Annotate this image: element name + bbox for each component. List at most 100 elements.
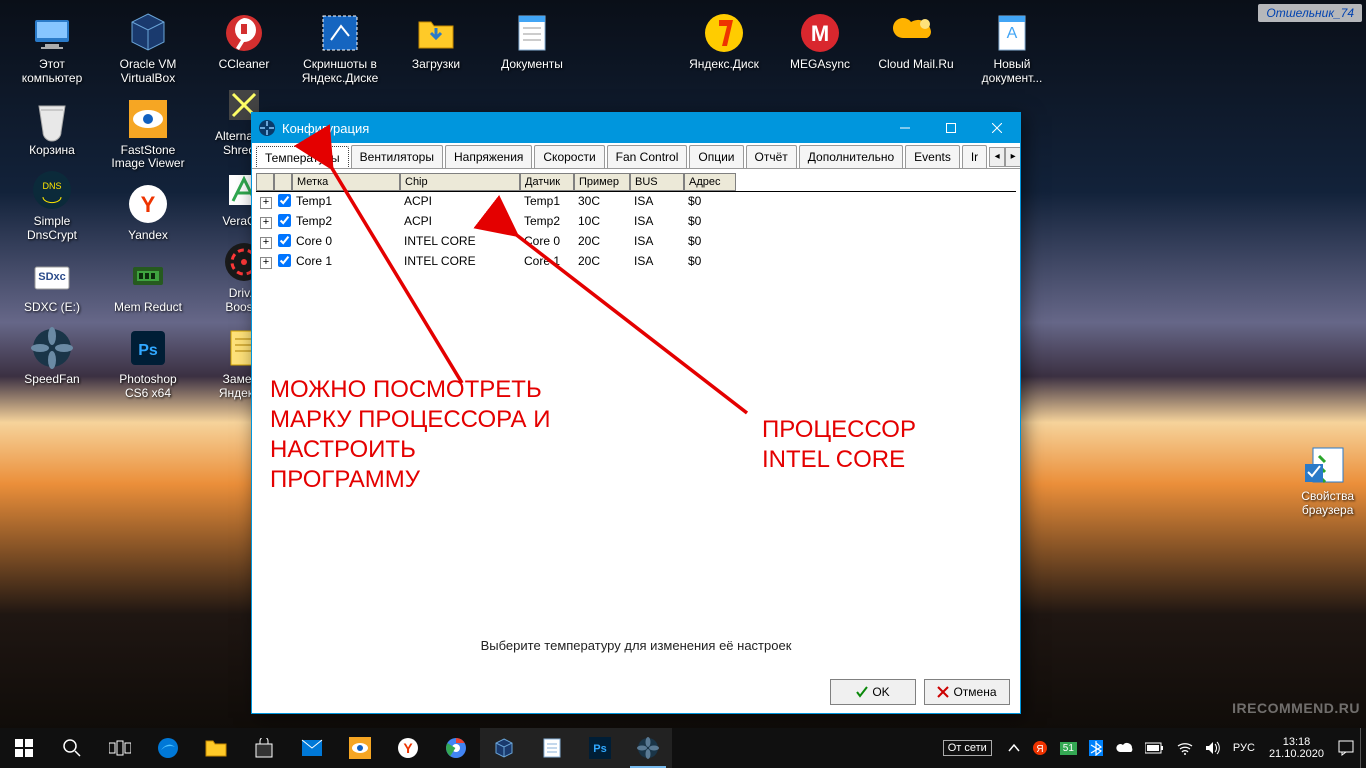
header-label[interactable]: Метка [292, 173, 400, 191]
table-row[interactable]: +Temp2ACPITemp210CISA$0 [256, 212, 1016, 232]
desktop-icon[interactable]: Свойства браузера [1299, 440, 1356, 520]
desktop-icon[interactable]: Загрузки [390, 8, 482, 74]
desktop-icon[interactable]: Oracle VM VirtualBox [102, 8, 194, 88]
taskbar: Y Ps От сети Я 51 РУС 13:18 21.10.2020 [0, 728, 1366, 768]
taskbar-speedfan[interactable] [624, 728, 672, 768]
cell-label: Temp2 [292, 212, 400, 232]
windows-icon [15, 739, 33, 757]
tab-температуры[interactable]: Температуры [256, 146, 349, 169]
ok-button[interactable]: OK [830, 679, 916, 705]
cell-label: Core 1 [292, 252, 400, 272]
tab-ir[interactable]: Ir [962, 145, 987, 168]
table-row[interactable]: +Core 1INTEL CORECore 120CISA$0 [256, 252, 1016, 272]
cell-label: Temp1 [292, 192, 400, 212]
tab-дополнительно[interactable]: Дополнительно [799, 145, 903, 168]
start-button[interactable] [0, 728, 48, 768]
tray-network[interactable] [1171, 728, 1199, 768]
tray-volume[interactable] [1199, 728, 1227, 768]
tray-bluetooth[interactable] [1083, 728, 1109, 768]
taskbar-chrome[interactable] [432, 728, 480, 768]
tab-events[interactable]: Events [905, 145, 960, 168]
header-sensor[interactable]: Датчик [520, 173, 574, 191]
maximize-button[interactable] [928, 113, 974, 143]
table-row[interactable]: +Temp1ACPITemp130CISA$0 [256, 192, 1016, 212]
row-checkbox[interactable] [278, 254, 291, 267]
table-row[interactable]: +Core 0INTEL CORECore 020CISA$0 [256, 232, 1016, 252]
desktop-icon[interactable]: AНовый документ... [966, 8, 1058, 88]
taskbar-mail[interactable] [288, 728, 336, 768]
header-addr[interactable]: Адрес [684, 173, 736, 191]
annotation-left: МОЖНО ПОСМОТРЕТЬ МАРКУ ПРОЦЕССОРА И НАСТ… [270, 375, 550, 495]
tray-power-label[interactable]: От сети [937, 728, 1002, 768]
desktop-icon[interactable]: CCleaner [198, 8, 290, 74]
tab-scroll-right[interactable]: ▸ [1005, 147, 1020, 167]
header-sample[interactable]: Пример [574, 173, 630, 191]
tray-battery[interactable] [1139, 728, 1171, 768]
expand-icon[interactable]: + [260, 197, 272, 209]
titlebar[interactable]: Конфигурация [252, 113, 1020, 143]
taskbar-photoshop[interactable]: Ps [576, 728, 624, 768]
cell-sample: 20C [574, 252, 630, 272]
tray-onedrive[interactable] [1109, 728, 1139, 768]
desktop-icon-label: Mem Reduct [114, 301, 182, 315]
desktop-icon[interactable]: Этот компьютер [6, 8, 98, 88]
tray-clock[interactable]: 13:18 21.10.2020 [1261, 728, 1332, 768]
desktop-icon[interactable]: Mem Reduct [102, 251, 194, 317]
taskbar-explorer[interactable] [192, 728, 240, 768]
tray-badge[interactable]: 51 [1054, 728, 1083, 768]
row-checkbox[interactable] [278, 194, 291, 207]
desktop-icon[interactable]: DNSSimple DnsCrypt [6, 165, 98, 245]
tab-fan control[interactable]: Fan Control [607, 145, 688, 168]
taskbar-faststone[interactable] [336, 728, 384, 768]
desktop-icon-label: SDXC (E:) [24, 301, 80, 315]
tab-scroll-left[interactable]: ◂ [989, 147, 1005, 167]
expand-icon[interactable]: + [260, 217, 272, 229]
expand-icon[interactable]: + [260, 237, 272, 249]
row-checkbox[interactable] [278, 214, 291, 227]
desktop-icon[interactable]: Корзина [6, 94, 98, 160]
tab-опции[interactable]: Опции [689, 145, 743, 168]
ok-label: OK [872, 685, 889, 699]
desktop-icon[interactable]: Яндекс.Диск [678, 8, 770, 74]
expand-icon[interactable]: + [260, 257, 272, 269]
desktop-icon[interactable]: SDxcSDXC (E:) [6, 251, 98, 317]
yandex-tray-icon: Я [1032, 740, 1048, 756]
tray-chevron[interactable] [1002, 728, 1026, 768]
desktop-icon[interactable]: FastStone Image Viewer [102, 94, 194, 174]
taskbar-virtualbox[interactable] [480, 728, 528, 768]
tab-вентиляторы[interactable]: Вентиляторы [351, 145, 443, 168]
minimize-button[interactable] [882, 113, 928, 143]
desktop-icon[interactable]: YYandex [102, 179, 194, 245]
show-desktop[interactable] [1360, 728, 1366, 768]
search-button[interactable] [48, 728, 96, 768]
taskbar-notepad[interactable] [528, 728, 576, 768]
tray-yandex[interactable]: Я [1026, 728, 1054, 768]
row-checkbox[interactable] [278, 234, 291, 247]
task-view-button[interactable] [96, 728, 144, 768]
desktop-icon[interactable]: SpeedFan [6, 323, 98, 389]
taskbar-yandex[interactable]: Y [384, 728, 432, 768]
tab-напряжения[interactable]: Напряжения [445, 145, 532, 168]
taskbar-store[interactable] [240, 728, 288, 768]
header-bus[interactable]: BUS [630, 173, 684, 191]
app-icon [125, 10, 171, 56]
desktop-icon[interactable]: Скриншоты в Яндекс.Диске [294, 8, 386, 88]
clock-date: 21.10.2020 [1269, 748, 1324, 760]
desktop-icon[interactable]: PsPhotoshop CS6 x64 [102, 323, 194, 403]
cancel-button[interactable]: Отмена [924, 679, 1010, 705]
desktop-icon[interactable]: MMEGAsync [774, 8, 866, 74]
tray-notifications[interactable] [1332, 728, 1360, 768]
desktop-icon[interactable]: Cloud Mail.Ru [870, 8, 962, 74]
cell-sample: 10C [574, 212, 630, 232]
svg-text:Y: Y [403, 740, 413, 756]
cell-sensor: Temp1 [520, 192, 574, 212]
cube-icon [493, 737, 515, 759]
desktop-icon[interactable]: Документы [486, 8, 578, 74]
tab-отчёт[interactable]: Отчёт [746, 145, 797, 168]
tray-lang[interactable]: РУС [1227, 728, 1261, 768]
bluetooth-icon [1089, 740, 1103, 756]
tab-скорости[interactable]: Скорости [534, 145, 604, 168]
close-button[interactable] [974, 113, 1020, 143]
header-chip[interactable]: Chip [400, 173, 520, 191]
taskbar-edge[interactable] [144, 728, 192, 768]
